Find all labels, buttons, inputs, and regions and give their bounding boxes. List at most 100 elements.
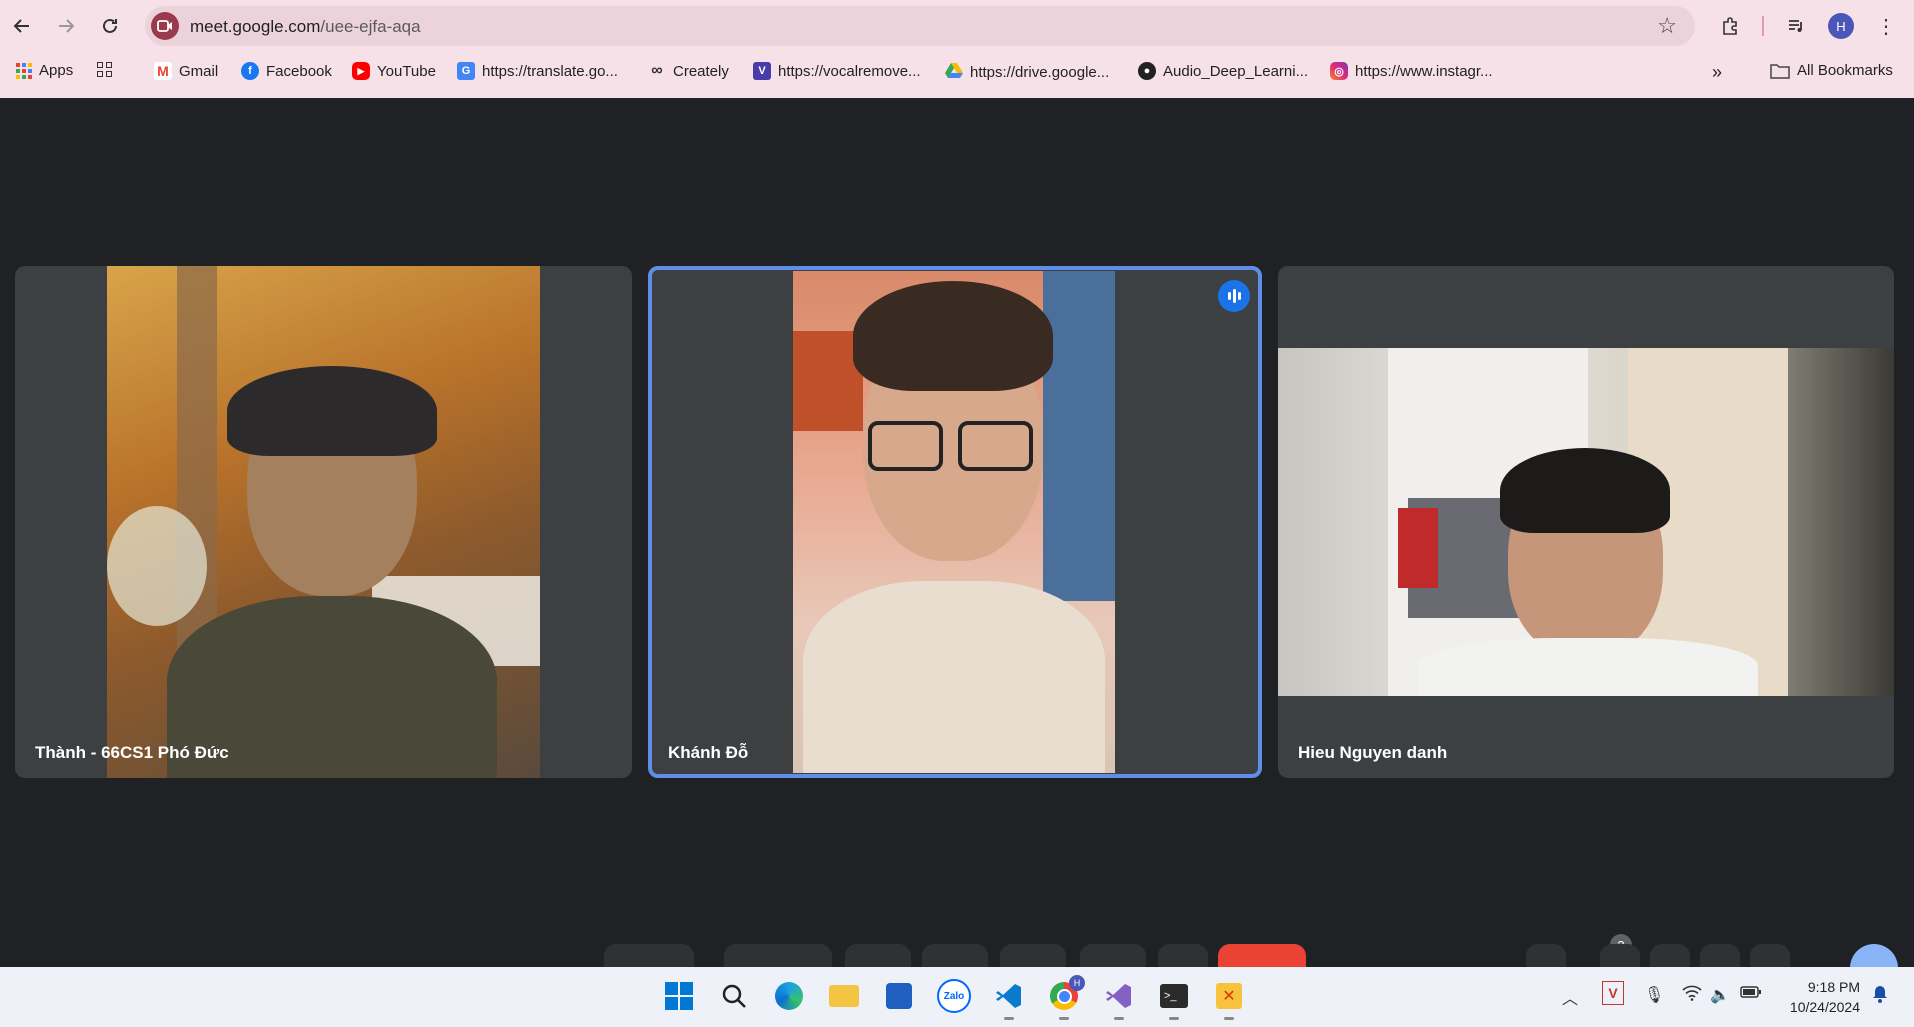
bookmark-label: YouTube: [377, 62, 436, 80]
back-button[interactable]: [6, 10, 38, 42]
participant-name: Khánh Đỗ: [668, 743, 749, 762]
menu-dots-icon[interactable]: ⋮: [1870, 10, 1902, 42]
bookmark-label: Gmail: [179, 62, 219, 80]
meet-site-icon[interactable]: [151, 12, 179, 40]
reload-button[interactable]: [94, 10, 126, 42]
instagram-icon: ◎: [1330, 62, 1348, 80]
leave-call-button[interactable]: [1218, 944, 1306, 968]
running-indicator: [1224, 1017, 1234, 1020]
people-button[interactable]: [1600, 944, 1640, 968]
bookmark-star-icon[interactable]: ☆: [1657, 13, 1677, 39]
bookmark-gmail[interactable]: M Gmail: [154, 62, 218, 80]
more-options-button[interactable]: [1158, 944, 1208, 968]
bookmark-vocalremover[interactable]: V https://vocalremove...: [753, 62, 921, 80]
reload-icon: [103, 18, 117, 33]
participant-video: [793, 271, 1115, 773]
folder-icon: [1770, 63, 1790, 79]
present-button[interactable]: [1000, 944, 1066, 968]
clock-time: 9:18 PM: [1807, 979, 1860, 995]
url-host: meet.google.com: [190, 17, 321, 36]
profile-avatar[interactable]: H: [1828, 13, 1854, 39]
translate-icon: G: [457, 62, 475, 80]
edge-browser-icon[interactable]: [772, 979, 806, 1013]
bookmark-label: Creately: [673, 62, 729, 80]
bookmark-creately[interactable]: ∞ Creately: [648, 62, 729, 80]
notification-bell-icon[interactable]: [1872, 985, 1888, 1008]
camera-control-button[interactable]: [724, 944, 832, 968]
bookmark-instagram[interactable]: ◎ https://www.instagr...: [1330, 62, 1493, 80]
microphone-icon[interactable]: 🎙: [1644, 985, 1664, 1005]
participant-tile[interactable]: Thành - 66CS1 Phó Đức: [15, 266, 632, 778]
system-clock[interactable]: 9:18 PM 10/24/2024: [1778, 977, 1860, 1017]
bookmark-label: https://www.instagr...: [1355, 62, 1493, 80]
bookmark-label: https://vocalremove...: [778, 62, 921, 80]
tab-groups-icon: [97, 62, 112, 77]
bookmark-drive[interactable]: https://drive.google...: [945, 62, 1109, 82]
running-indicator: [1169, 1017, 1179, 1020]
bookmarks-bar: Apps M Gmail f Facebook ▶ YouTube G http…: [0, 58, 1914, 86]
all-bookmarks-label: All Bookmarks: [1797, 62, 1893, 79]
github-icon: ●: [1138, 62, 1156, 80]
media-controls-icon[interactable]: [1780, 10, 1812, 42]
forward-arrow-icon: [59, 19, 75, 33]
windows-taskbar: Zalo H >_ ✕ ︿ V 🎙 🔈 9:18 PM 10/24/2024: [0, 967, 1914, 1027]
all-bookmarks-button[interactable]: All Bookmarks: [1770, 62, 1893, 79]
url-text[interactable]: meet.google.com/uee-ejfa-aqa: [190, 17, 421, 37]
running-indicator: [1004, 1017, 1014, 1020]
participant-name: Hieu Nguyen danh: [1298, 743, 1448, 762]
bookmark-github[interactable]: ● Audio_Deep_Learni...: [1138, 62, 1308, 80]
chat-button[interactable]: [1650, 944, 1690, 968]
gmail-icon: M: [154, 62, 172, 80]
running-indicator: [1114, 1017, 1124, 1020]
vocalremover-icon: V: [753, 62, 771, 80]
mic-control-button[interactable]: [604, 944, 694, 968]
vietkey-icon[interactable]: V: [1602, 981, 1624, 1005]
address-bar[interactable]: meet.google.com/uee-ejfa-aqa ☆: [145, 6, 1695, 46]
show-hidden-icons-chevron-icon[interactable]: ︿: [1562, 985, 1578, 1009]
bookmark-label: Apps: [39, 62, 74, 79]
snipping-tool-icon[interactable]: ✕: [1212, 979, 1246, 1020]
back-arrow-icon: [13, 19, 29, 33]
bookmark-apps[interactable]: Apps: [16, 62, 73, 79]
extensions-icon[interactable]: [1714, 10, 1746, 42]
drive-icon: [945, 62, 963, 82]
bookmarks-overflow-chevron-icon[interactable]: »: [1712, 62, 1722, 83]
participant-tile[interactable]: Hieu Nguyen danh: [1278, 266, 1894, 778]
participant-name: Thành - 66CS1 Phó Đức: [35, 743, 229, 762]
bookmark-youtube[interactable]: ▶ YouTube: [352, 62, 436, 80]
start-windows-icon[interactable]: [662, 979, 696, 1013]
search-icon[interactable]: [717, 979, 751, 1013]
participant-tile-active-speaker[interactable]: Khánh Đỗ: [648, 266, 1262, 778]
youtube-icon: ▶: [352, 62, 370, 80]
volume-icon[interactable]: 🔈: [1710, 985, 1730, 1005]
clock-date: 10/24/2024: [1789, 999, 1860, 1015]
file-explorer-icon[interactable]: [827, 979, 861, 1013]
microsoft-store-icon[interactable]: [882, 979, 916, 1013]
creately-icon: ∞: [651, 62, 663, 79]
captions-button[interactable]: [845, 944, 911, 968]
info-button[interactable]: [1526, 944, 1566, 968]
participant-video: [107, 266, 540, 778]
terminal-icon[interactable]: >_: [1157, 979, 1191, 1020]
running-indicator: [1059, 1017, 1069, 1020]
host-controls-button[interactable]: [1750, 944, 1790, 968]
bookmark-tab-groups[interactable]: [97, 62, 112, 77]
bookmark-label: Facebook: [266, 62, 332, 80]
speaking-indicator-icon: [1218, 280, 1250, 312]
forward-button[interactable]: [50, 10, 82, 42]
zalo-icon[interactable]: Zalo: [937, 979, 971, 1013]
bookmark-translate[interactable]: G https://translate.go...: [457, 62, 618, 80]
apps-grid-icon: [16, 62, 32, 79]
battery-icon[interactable]: [1740, 985, 1762, 1004]
browser-toolbar: meet.google.com/uee-ejfa-aqa ☆ H ⋮ Apps …: [0, 0, 1914, 98]
emoji-button[interactable]: [922, 944, 988, 968]
visual-studio-icon[interactable]: [1102, 979, 1136, 1020]
wifi-icon[interactable]: [1682, 985, 1702, 1006]
bookmark-facebook[interactable]: f Facebook: [241, 62, 332, 80]
chrome-icon[interactable]: H: [1047, 975, 1085, 1020]
raise-hand-button[interactable]: [1080, 944, 1146, 968]
participant-video: [1278, 348, 1894, 696]
bookmark-label: https://drive.google...: [970, 63, 1110, 81]
vscode-icon[interactable]: [992, 979, 1026, 1020]
activities-button[interactable]: [1700, 944, 1740, 968]
